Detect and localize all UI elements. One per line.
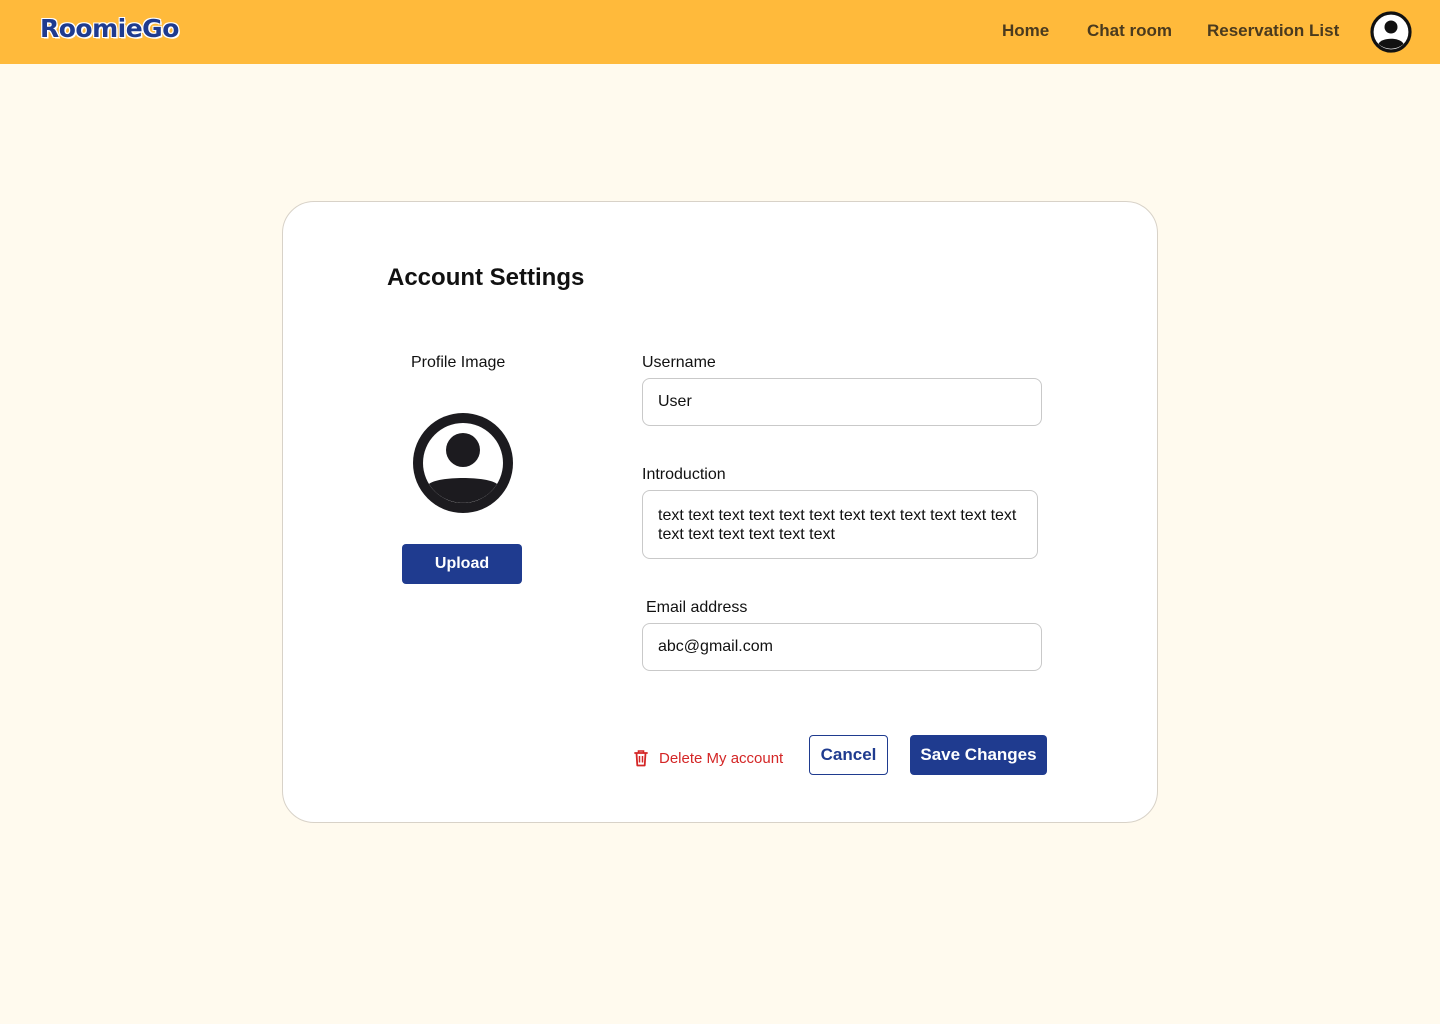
introduction-label: Introduction [642, 466, 726, 483]
trash-icon [634, 750, 648, 767]
roomiego-logo[interactable]: RoomieGo [40, 14, 179, 43]
delete-account-label: Delete My account [659, 749, 784, 767]
cancel-button[interactable]: Cancel [809, 735, 888, 775]
nav-home[interactable]: Home [1002, 21, 1049, 41]
page-title: Account Settings [387, 264, 585, 291]
username-input[interactable] [642, 378, 1042, 426]
username-label: Username [642, 354, 716, 371]
nav-reservation-list[interactable]: Reservation List [1207, 21, 1339, 41]
user-circle-icon [413, 413, 513, 513]
nav-chat-room[interactable]: Chat room [1087, 21, 1172, 41]
top-navigation-bar: RoomieGo Home Chat room Reservation List [0, 0, 1440, 64]
email-label: Email address [646, 599, 748, 616]
introduction-textarea[interactable]: text text text text text text text text … [642, 490, 1038, 559]
upload-button[interactable]: Upload [402, 544, 522, 584]
delete-account-link[interactable]: Delete My account [633, 746, 783, 770]
save-changes-button[interactable]: Save Changes [910, 735, 1047, 775]
email-input[interactable] [642, 623, 1042, 671]
user-circle-icon[interactable] [1370, 11, 1412, 53]
profile-image-label: Profile Image [411, 354, 506, 371]
account-settings-card: Account Settings Profile Image Upload Us… [282, 201, 1158, 823]
